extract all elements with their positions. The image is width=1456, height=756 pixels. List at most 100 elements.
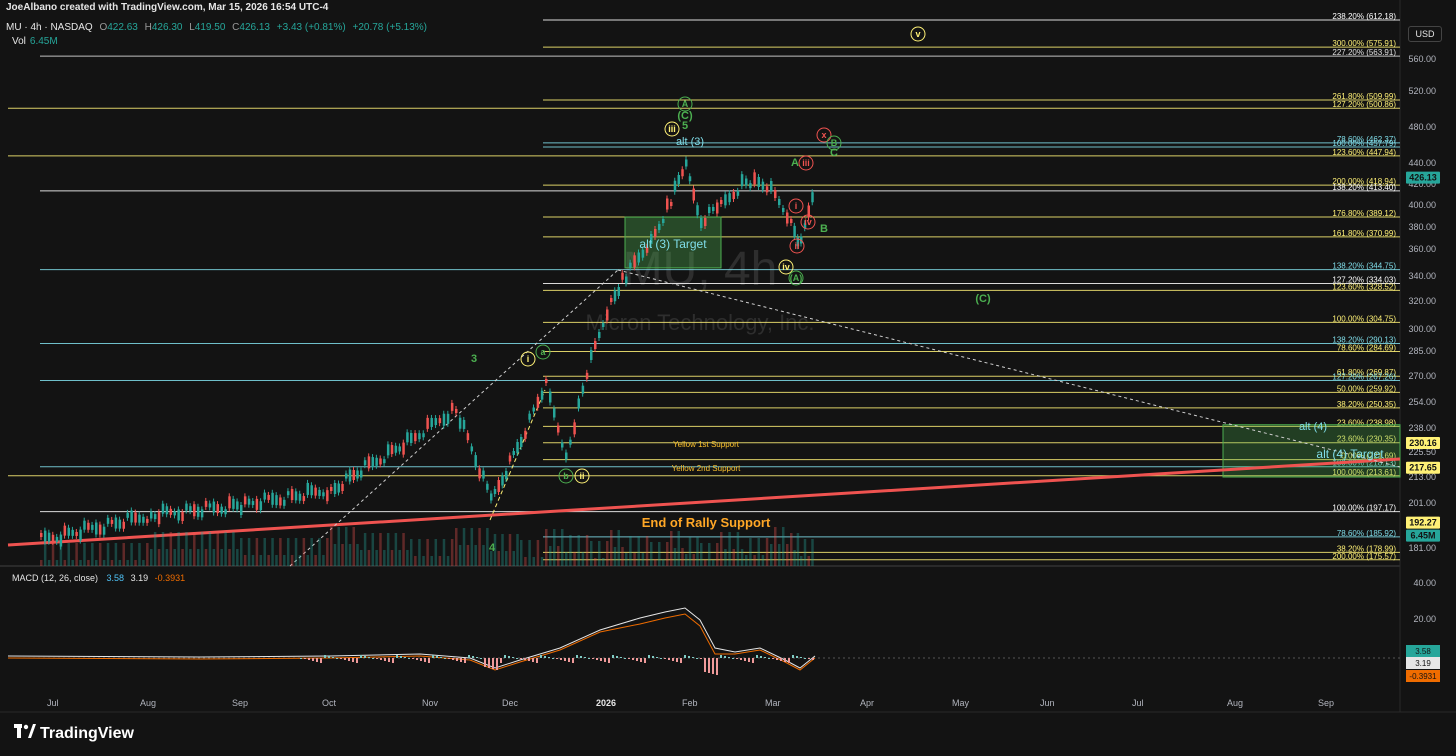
volume-bar — [169, 532, 173, 566]
candle-body — [696, 205, 699, 216]
volume-bar — [130, 543, 133, 566]
volume-bar — [569, 535, 572, 566]
candle-body — [610, 298, 613, 302]
macd-histogram-bar — [784, 658, 786, 662]
candle-body — [95, 522, 98, 535]
candle-body — [228, 496, 231, 509]
volume-bar — [724, 549, 727, 566]
volume-bar — [126, 560, 129, 566]
wave-label: iv — [782, 262, 790, 272]
candle-body — [716, 202, 719, 214]
macd-histogram-bar — [512, 657, 514, 658]
candle-body — [458, 417, 462, 429]
candle-body — [138, 514, 141, 523]
volume-bar — [360, 550, 363, 566]
time-tick: Aug — [140, 698, 157, 708]
candle-body — [446, 413, 450, 424]
candle-body — [658, 224, 661, 230]
macd-histogram-bar — [420, 658, 422, 661]
candle-body — [208, 503, 212, 508]
price-badge-label: 217.65 — [1409, 463, 1437, 473]
price-tick: 340.00 — [1408, 271, 1436, 281]
volume-bar — [466, 545, 470, 566]
volume-bar — [243, 555, 247, 566]
candle-body — [426, 417, 429, 429]
volume-bar — [390, 550, 394, 566]
candle-body — [685, 159, 688, 167]
time-tick: 2026 — [596, 698, 617, 708]
volume-bar — [732, 549, 735, 566]
macd-histogram-bar — [804, 658, 806, 659]
volume-bar — [662, 559, 665, 566]
candle-body — [637, 252, 640, 263]
candle-body — [720, 200, 723, 204]
volume-bar — [446, 556, 450, 566]
tradingview-logo[interactable]: TradingView — [14, 724, 134, 743]
macd-histogram-bar — [336, 658, 338, 659]
volume-bar — [598, 541, 601, 566]
candle-body — [181, 512, 184, 522]
macd-histogram-bar — [728, 657, 730, 658]
candle-body — [330, 487, 333, 491]
volume-bar — [410, 539, 413, 566]
fib-label: 238.20% (612.18) — [1332, 12, 1396, 21]
macd-legend: MACD (12, 26, close) 3.58 3.19 -0.3931 — [12, 573, 185, 583]
volume-bar — [398, 550, 401, 566]
candle-body — [629, 262, 632, 268]
volume-bar — [352, 527, 355, 566]
volume-bar — [778, 544, 781, 566]
price-chart[interactable]: MU, 4hMicron Technology, Inc.238.20% (61… — [0, 0, 1456, 756]
macd-histogram-bar — [444, 658, 446, 659]
volume-bar — [240, 538, 243, 566]
volume-bar — [508, 534, 512, 566]
candle-body — [569, 439, 572, 445]
volume-bar — [247, 538, 251, 566]
macd-histogram-bar — [696, 658, 698, 659]
macd-histogram-bar — [380, 658, 382, 660]
wave-label: b — [563, 471, 569, 481]
volume-bar — [102, 560, 106, 566]
candle-body — [598, 332, 601, 338]
candle-body — [193, 504, 196, 517]
wave-label: i — [795, 201, 798, 211]
fib-label: 100.00% (304.75) — [1332, 314, 1396, 323]
candle-body — [474, 455, 477, 468]
volume-bar — [736, 532, 740, 566]
macd-histogram-bar — [500, 658, 502, 663]
candle-body — [114, 517, 118, 529]
candle-body — [753, 172, 756, 185]
candle-body — [390, 445, 394, 455]
time-axis[interactable]: Jul Aug Sep Oct Nov Dec 2026 Feb Mar Apr May Jun Jul… — [0, 694, 1400, 712]
candle-body — [177, 509, 180, 521]
candle-body — [765, 186, 769, 193]
candle-body — [337, 483, 340, 493]
macd-histogram-bar — [712, 658, 714, 674]
wave-label: x — [821, 130, 826, 140]
macd-histogram-bar — [304, 658, 306, 659]
macd-histogram-bar — [600, 658, 602, 661]
volume-bar — [811, 539, 814, 566]
macd-histogram-bar — [508, 656, 510, 658]
wave-label: (C) — [975, 293, 991, 305]
volume-bar — [524, 557, 527, 566]
volume-bar — [573, 552, 576, 566]
macd-histogram-bar — [348, 658, 350, 661]
signal-line — [7, 613, 816, 671]
macd-histogram-bar — [764, 657, 766, 658]
volume-bar — [294, 538, 298, 566]
candle-body — [786, 212, 789, 224]
macd-histogram-bar — [608, 658, 610, 663]
volume-bar — [685, 554, 688, 566]
macd-histogram-bar — [812, 658, 814, 660]
macd-histogram-bar — [364, 656, 366, 658]
volume-bar — [790, 533, 793, 566]
macd-histogram-bar — [640, 658, 642, 662]
candle-body — [216, 504, 220, 514]
volume-bar — [363, 533, 367, 566]
volume-bar — [536, 540, 540, 566]
macd-histogram-bar — [584, 657, 586, 658]
candle-body — [79, 529, 82, 541]
candle-body — [224, 509, 227, 515]
candle-body — [545, 379, 548, 383]
volume-bar — [549, 546, 552, 566]
